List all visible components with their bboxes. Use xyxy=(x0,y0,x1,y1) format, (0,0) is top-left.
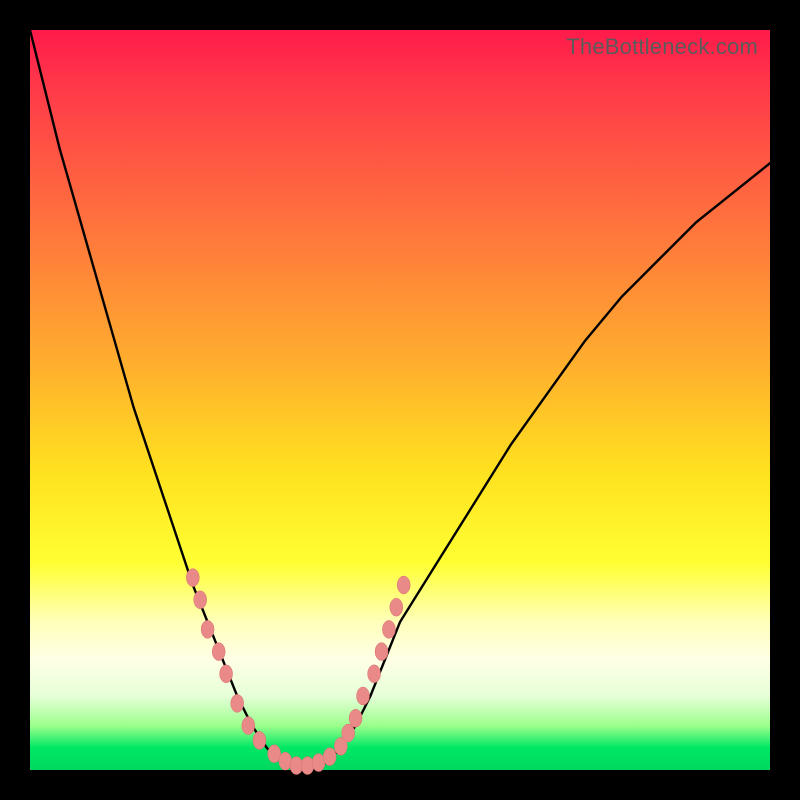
chart-frame: TheBottleneck.com xyxy=(0,0,800,800)
trough-marker xyxy=(253,731,266,749)
trough-marker xyxy=(242,717,255,735)
trough-marker xyxy=(301,757,314,775)
trough-marker xyxy=(231,694,244,712)
trough-marker xyxy=(212,643,225,661)
trough-marker xyxy=(368,665,381,683)
chart-svg xyxy=(30,30,770,770)
trough-marker xyxy=(186,569,199,587)
trough-marker xyxy=(342,724,355,742)
trough-markers xyxy=(186,569,410,775)
trough-marker xyxy=(220,665,233,683)
trough-marker xyxy=(397,576,410,594)
trough-marker xyxy=(323,748,336,766)
curve-left-branch xyxy=(30,30,296,770)
trough-marker xyxy=(194,591,207,609)
plot-area: TheBottleneck.com xyxy=(30,30,770,770)
curve-layer xyxy=(30,30,770,770)
trough-marker xyxy=(349,709,362,727)
trough-marker xyxy=(201,620,214,638)
trough-marker xyxy=(390,598,403,616)
trough-marker xyxy=(382,620,395,638)
trough-marker xyxy=(375,643,388,661)
trough-marker xyxy=(357,687,370,705)
curve-right-branch xyxy=(296,163,770,770)
